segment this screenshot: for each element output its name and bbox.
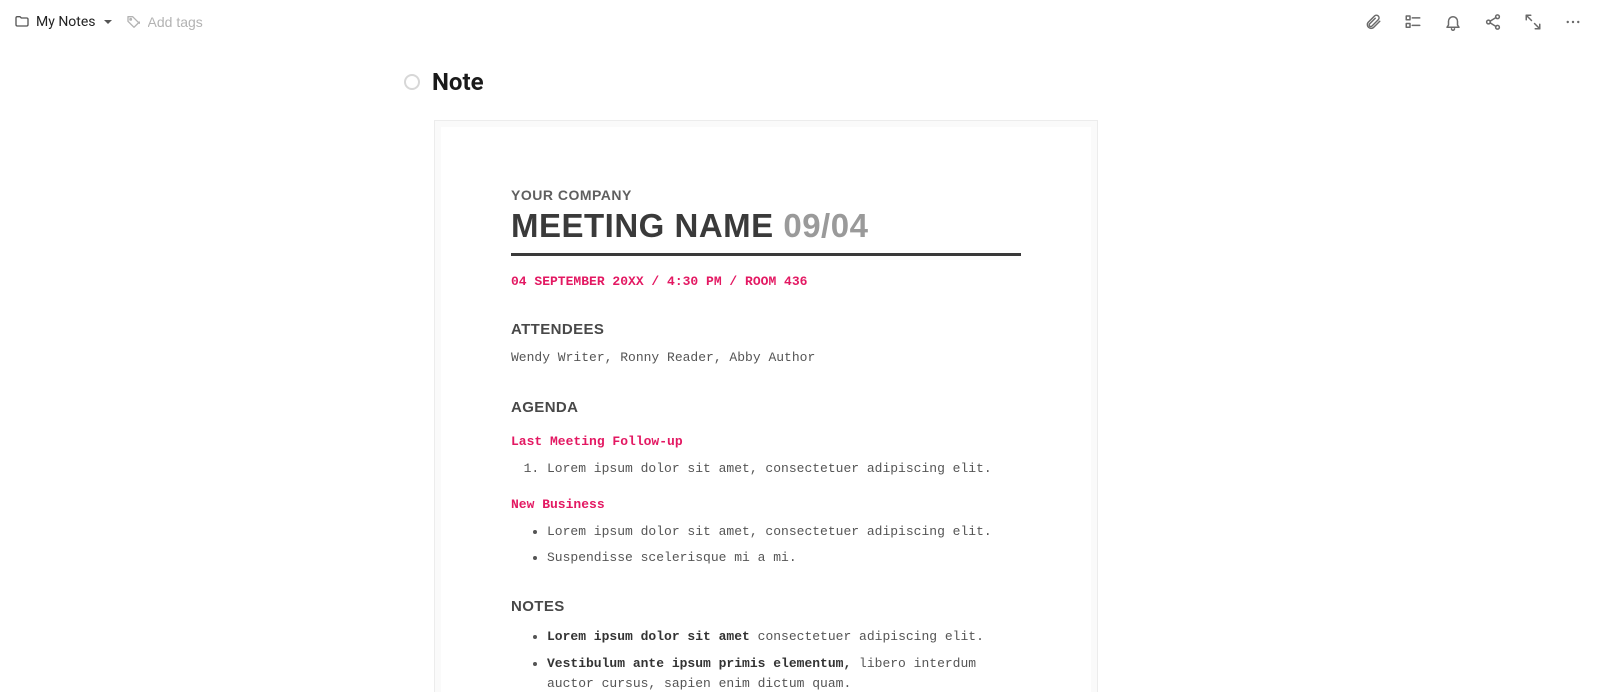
notes-item1-bold: Lorem ipsum dolor sit amet xyxy=(547,629,750,644)
notes-list: Lorem ipsum dolor sit amet consectetuer … xyxy=(547,627,1021,692)
list-item: Lorem ipsum dolor sit amet, consectetuer… xyxy=(547,459,1021,479)
topbar-right xyxy=(1364,13,1582,31)
meeting-meta-line: 04 SEPTEMBER 20XX / 4:30 PM / ROOM 436 xyxy=(511,274,1021,289)
agenda-subhead-followup: Last Meeting Follow-up xyxy=(511,434,1021,449)
document-page[interactable]: YOUR COMPANY MEETING NAME 09/04 04 SEPTE… xyxy=(441,127,1091,692)
paperclip-icon[interactable] xyxy=(1364,13,1382,31)
list-item: Vestibulum ante ipsum primis elementum, … xyxy=(547,654,1021,692)
attendees-text: Wendy Writer, Ronny Reader, Abby Author xyxy=(511,350,1021,365)
tag-icon xyxy=(126,14,142,30)
meeting-date-suffix: 09/04 xyxy=(783,207,868,244)
note-status-circle[interactable] xyxy=(404,74,420,90)
folder-label: My Notes xyxy=(36,14,96,30)
tags-group[interactable] xyxy=(126,14,238,30)
list-item: Suspendisse scelerisque mi a mi. xyxy=(547,548,1021,568)
attendees-heading: ATTENDEES xyxy=(511,321,1021,338)
more-icon[interactable] xyxy=(1564,13,1582,31)
note-title[interactable]: Note xyxy=(432,68,484,96)
topbar-left: My Notes xyxy=(14,14,238,30)
checklist-icon[interactable] xyxy=(1404,13,1422,31)
company-name: YOUR COMPANY xyxy=(511,187,1021,203)
note-header: Note xyxy=(404,68,1598,96)
folder-icon xyxy=(14,14,30,30)
notes-item1-rest: consectetuer adipiscing elit. xyxy=(750,629,984,644)
list-item: Lorem ipsum dolor sit amet consectetuer … xyxy=(547,627,1021,647)
meeting-title-line: MEETING NAME 09/04 xyxy=(511,207,1021,245)
folder-selector[interactable]: My Notes xyxy=(14,14,112,30)
bell-icon[interactable] xyxy=(1444,13,1462,31)
topbar: My Notes xyxy=(0,0,1598,44)
chevron-down-icon xyxy=(104,20,112,24)
main-scroll-area[interactable]: Note YOUR COMPANY MEETING NAME 09/04 04 … xyxy=(0,44,1598,692)
agenda-subhead-newbusiness: New Business xyxy=(511,497,1021,512)
tags-input[interactable] xyxy=(148,14,238,30)
notes-heading: NOTES xyxy=(511,598,1021,615)
meeting-name: MEETING NAME xyxy=(511,207,774,244)
share-icon[interactable] xyxy=(1484,13,1502,31)
title-divider xyxy=(511,253,1021,256)
agenda-newbusiness-list: Lorem ipsum dolor sit amet, consectetuer… xyxy=(547,522,1021,568)
document-wrapper: YOUR COMPANY MEETING NAME 09/04 04 SEPTE… xyxy=(434,120,1098,692)
agenda-followup-list: Lorem ipsum dolor sit amet, consectetuer… xyxy=(547,459,1021,479)
list-item: Lorem ipsum dolor sit amet, consectetuer… xyxy=(547,522,1021,542)
collapse-icon[interactable] xyxy=(1524,13,1542,31)
notes-item2-bold: Vestibulum ante ipsum primis elementum, xyxy=(547,656,851,671)
agenda-heading: AGENDA xyxy=(511,399,1021,416)
